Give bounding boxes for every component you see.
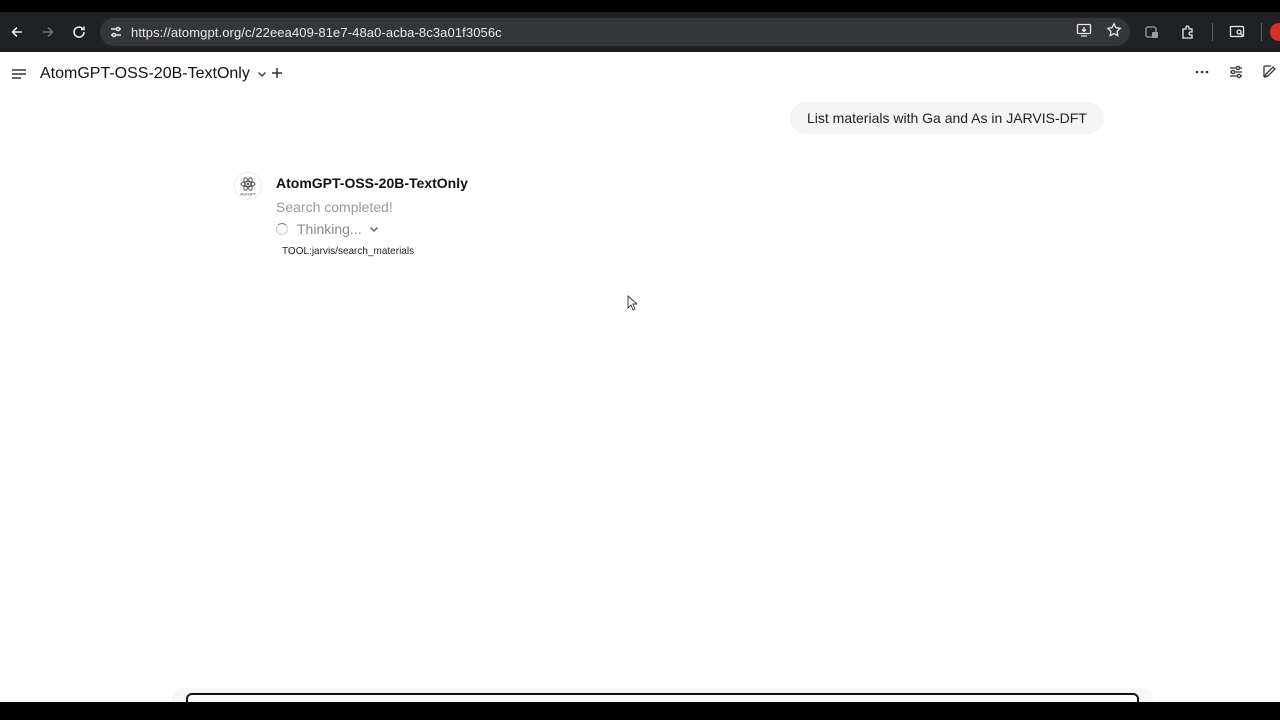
message-input[interactable] — [186, 693, 1139, 702]
site-info-icon[interactable] — [102, 18, 130, 46]
install-icon[interactable] — [1076, 22, 1092, 43]
extension-puzzle-icon[interactable] — [1176, 20, 1200, 44]
avatar-text: AtomGPT — [240, 193, 257, 197]
forward-button[interactable] — [34, 18, 62, 46]
reload-icon — [73, 26, 85, 38]
screen-bottom-edge — [0, 702, 1280, 720]
mouse-cursor-icon — [627, 295, 637, 311]
app-header: AtomGPT-OSS-20B-TextOnly — [0, 52, 1280, 98]
settings-sliders-icon[interactable] — [1226, 62, 1246, 82]
new-chat-icon[interactable] — [1260, 62, 1280, 82]
thinking-label: Thinking... — [297, 221, 362, 237]
assistant-name: AtomGPT-OSS-20B-TextOnly — [276, 175, 468, 191]
back-button[interactable] — [3, 18, 31, 46]
model-name-label: AtomGPT-OSS-20B-TextOnly — [40, 65, 250, 82]
extension-icon[interactable] — [1140, 20, 1164, 44]
toolbar-separator — [1261, 23, 1262, 41]
thinking-toggle[interactable]: Thinking... — [276, 221, 380, 237]
address-bar[interactable]: https://atomgpt.org/c/22eea409-81e7-48a0… — [100, 18, 1130, 46]
chevron-down-icon — [257, 71, 266, 78]
forward-icon — [43, 26, 54, 38]
toolbar-separator — [1212, 23, 1213, 41]
browser-toolbar: https://atomgpt.org/c/22eea409-81e7-48a0… — [0, 12, 1280, 52]
tool-call-label: TOOL:jarvis/search_materials — [282, 246, 415, 257]
url-text[interactable]: https://atomgpt.org/c/22eea409-81e7-48a0… — [131, 25, 502, 40]
chat-page: AtomGPT-OSS-20B-TextOnly List materials … — [0, 52, 1280, 702]
reload-button[interactable] — [65, 18, 93, 46]
plus-icon[interactable] — [270, 66, 284, 80]
more-icon[interactable] — [1192, 62, 1212, 82]
model-selector[interactable]: AtomGPT-OSS-20B-TextOnly — [40, 65, 268, 83]
sidepanel-icon[interactable] — [1225, 20, 1249, 44]
bookmark-star-icon[interactable] — [1106, 21, 1122, 43]
back-icon — [11, 26, 22, 38]
assistant-avatar: AtomGPT — [234, 172, 262, 200]
profile-avatar[interactable] — [1270, 23, 1280, 41]
menu-icon[interactable] — [10, 66, 28, 82]
loading-spinner-icon — [276, 223, 288, 235]
atom-logo-icon: AtomGPT — [240, 177, 257, 197]
user-message-bubble: List materials with Ga and As in JARVIS-… — [790, 102, 1104, 134]
chevron-down-icon — [369, 226, 378, 233]
user-message-text: List materials with Ga and As in JARVIS-… — [807, 110, 1087, 126]
search-status: Search completed! — [276, 199, 393, 215]
